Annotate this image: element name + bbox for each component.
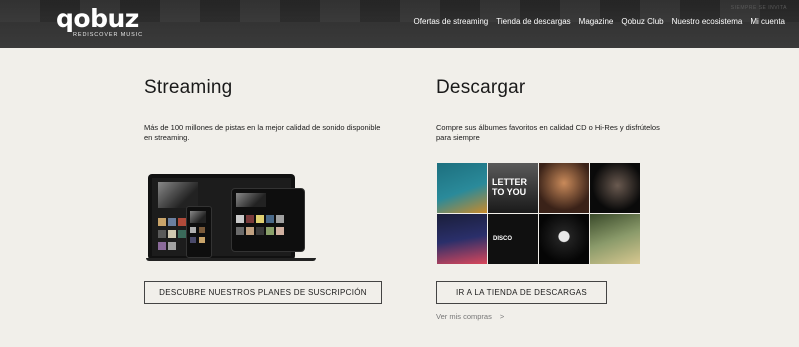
nav-item-qobuz-club[interactable]: Qobuz Club: [621, 17, 663, 26]
nav-item-download-store[interactable]: Tienda de descargas: [496, 17, 570, 26]
album-cover[interactable]: [437, 163, 487, 213]
main-nav: Ofertas de streaming Tienda de descargas…: [414, 17, 785, 26]
devices-illustration: [146, 168, 318, 264]
album-cover[interactable]: [539, 163, 589, 213]
album-cover[interactable]: LETTER TO YOU: [488, 163, 538, 213]
download-title: Descargar: [436, 77, 526, 98]
chevron-right-icon: >: [499, 312, 505, 321]
my-purchases-label: Ver mis compras: [436, 312, 492, 321]
phone-screen: [186, 206, 212, 258]
album-cover[interactable]: [590, 214, 640, 264]
album-cover-text: LETTER TO YOU: [492, 177, 527, 197]
album-cover[interactable]: [539, 214, 589, 264]
tablet-screen: [231, 188, 305, 252]
streaming-title: Streaming: [144, 77, 233, 98]
subscription-plans-button[interactable]: DESCUBRE NUESTROS PLANES DE SUSCRIPCIÓN: [144, 281, 382, 304]
download-description: Compre sus álbumes favoritos en calidad …: [436, 123, 660, 142]
laptop-base: [146, 258, 316, 261]
download-store-button[interactable]: IR A LA TIENDA DE DESCARGAS: [436, 281, 607, 304]
logo-tagline: REDISCOVER MUSIC: [73, 32, 144, 38]
logo-wordmark: qobuz: [56, 4, 139, 33]
nav-item-streaming-offers[interactable]: Ofertas de streaming: [414, 17, 489, 26]
my-purchases-link[interactable]: Ver mis compras >: [436, 312, 504, 321]
nav-item-ecosystem[interactable]: Nuestro ecosistema: [672, 17, 743, 26]
nav-item-magazine[interactable]: Magazine: [579, 17, 614, 26]
album-cover-text: DISCO: [493, 236, 513, 242]
album-cover[interactable]: [437, 214, 487, 264]
streaming-description: Más de 100 millones de pistas en la mejo…: [144, 123, 381, 142]
album-grid: LETTER TO YOU DISCO: [437, 163, 640, 264]
site-header: qobuz REDISCOVER MUSIC SIEMPRE SE INVITA…: [0, 0, 799, 48]
header-corner-text: SIEMPRE SE INVITA: [730, 5, 787, 11]
qobuz-logo[interactable]: qobuz REDISCOVER MUSIC: [56, 4, 144, 39]
album-cover[interactable]: [590, 163, 640, 213]
nav-item-my-account[interactable]: Mi cuenta: [750, 17, 785, 26]
album-cover[interactable]: DISCO: [488, 214, 538, 264]
